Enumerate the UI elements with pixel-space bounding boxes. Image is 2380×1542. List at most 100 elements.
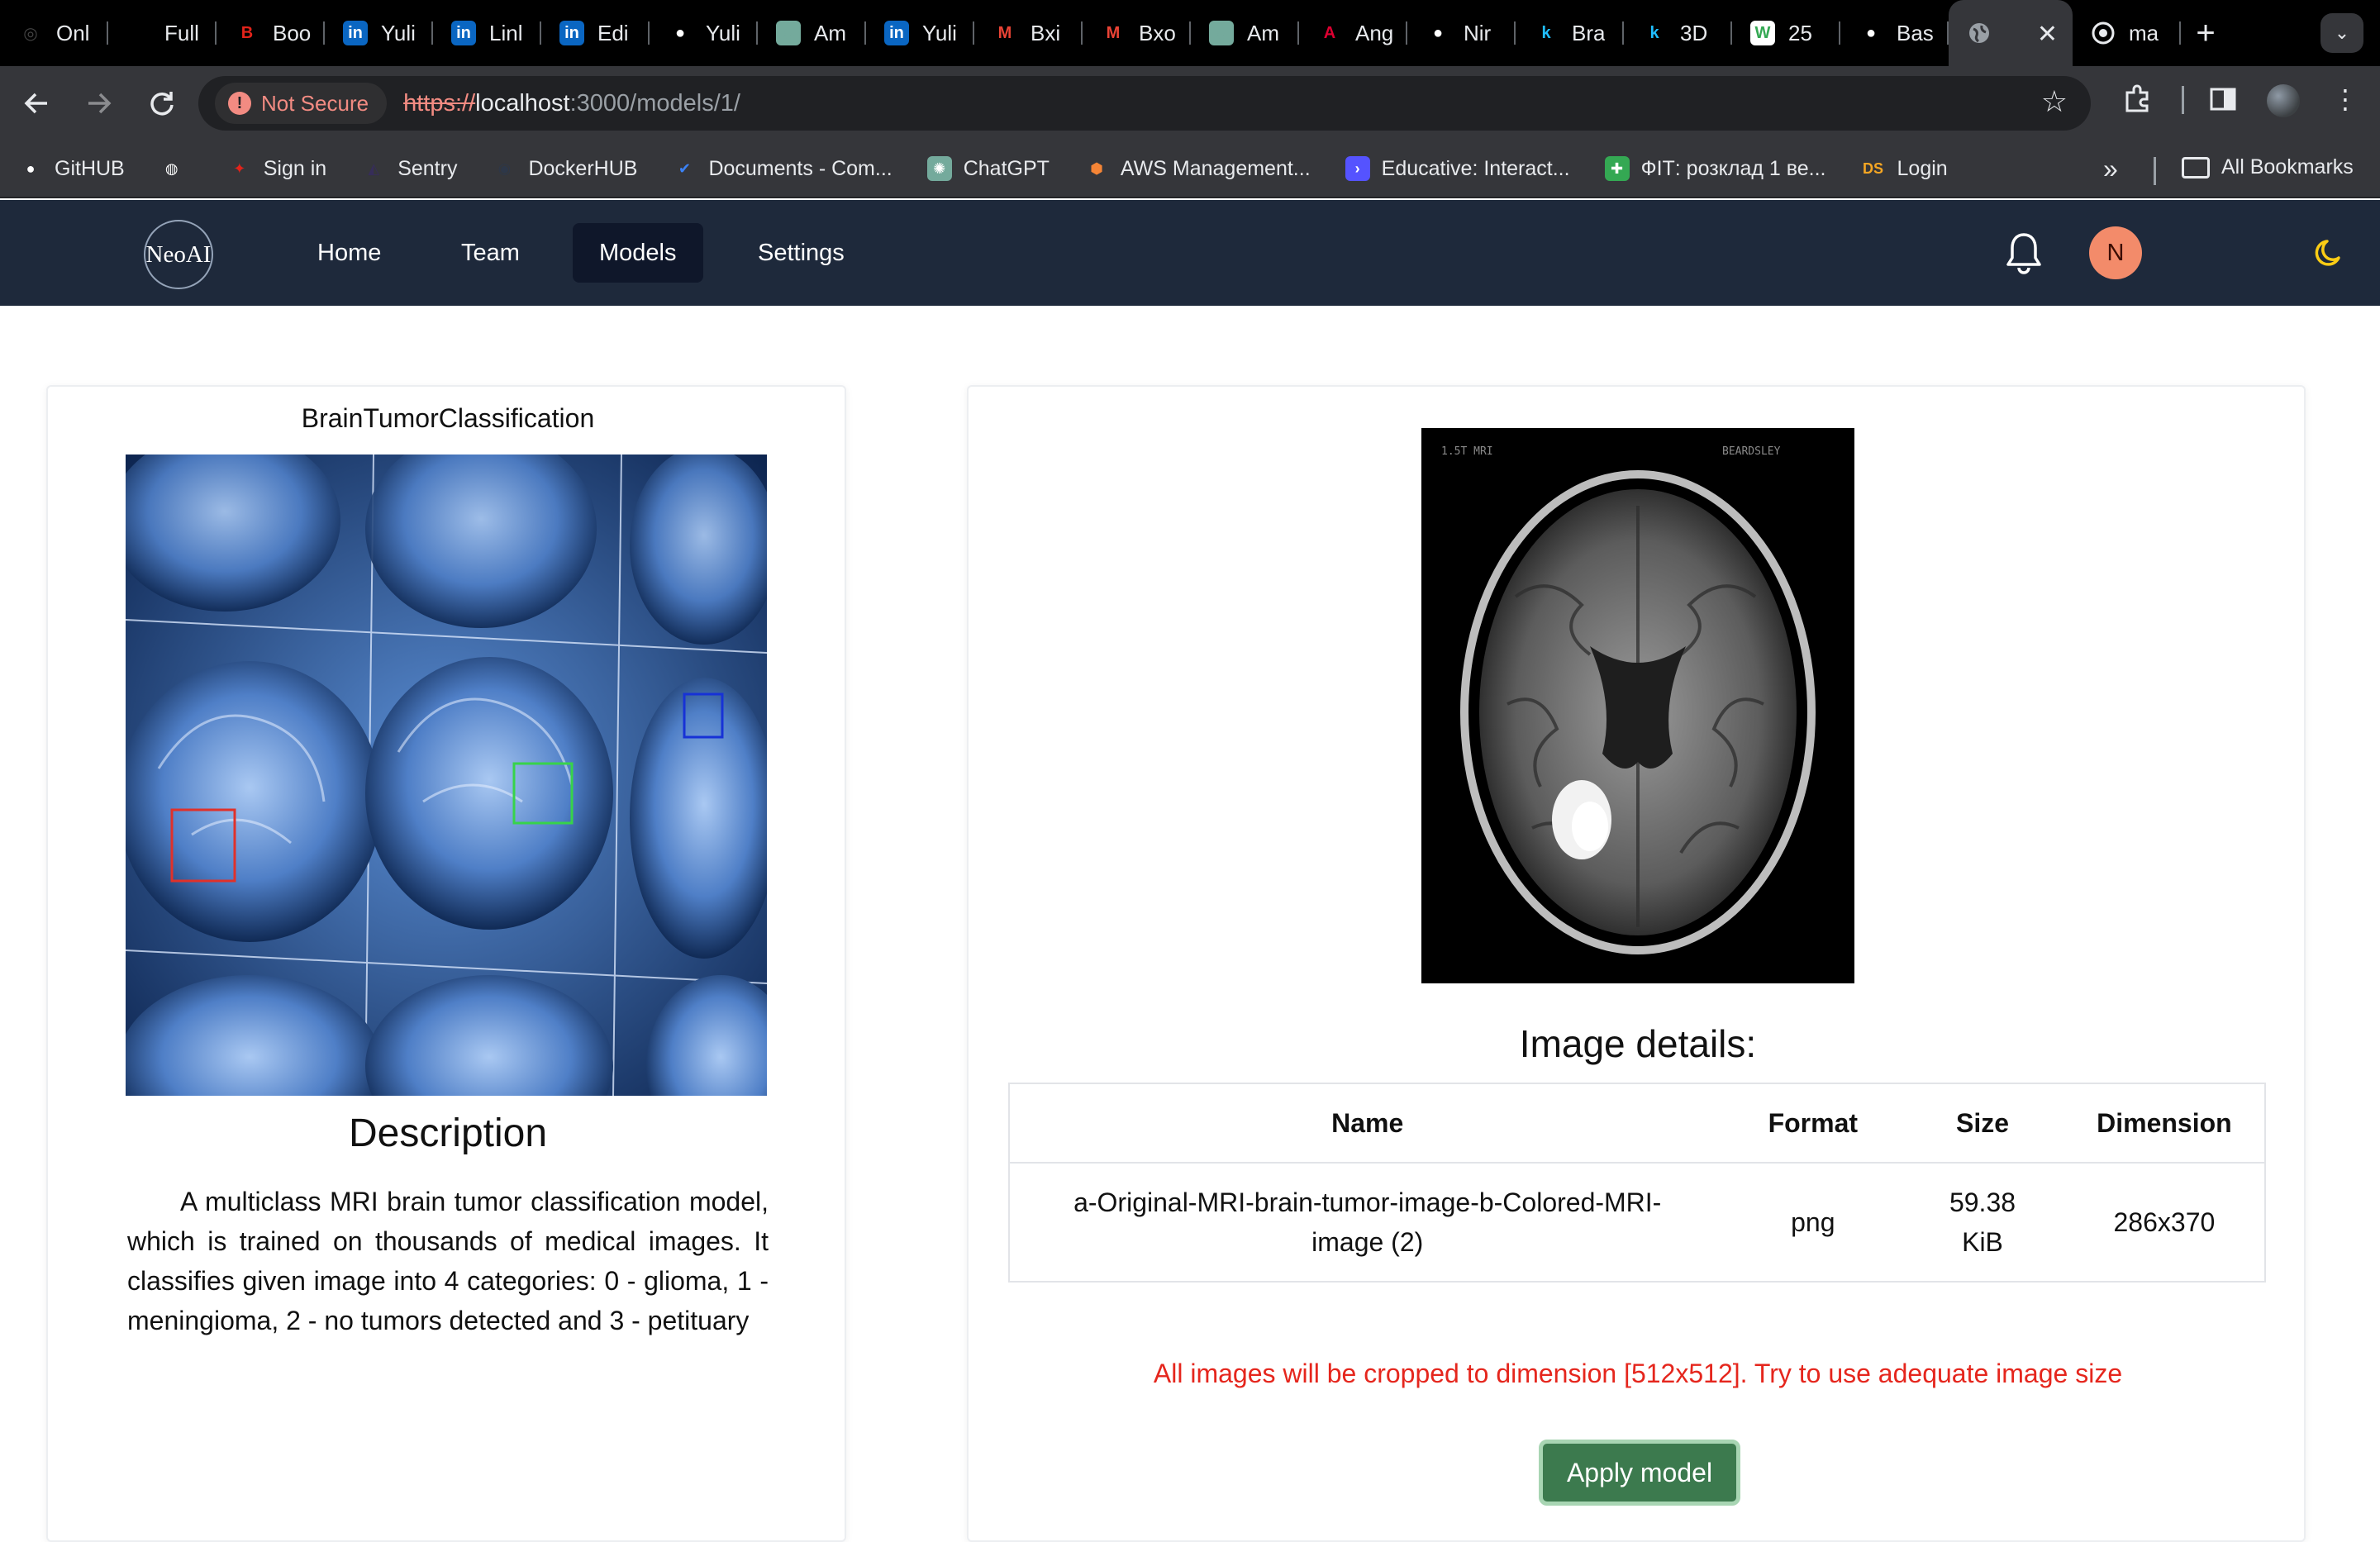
github-icon: ●	[674, 23, 686, 42]
bookmark-1[interactable]: ◍	[159, 156, 196, 181]
bookmark-label: ChatGPT	[963, 156, 1050, 180]
tab-label: Bxo	[1139, 20, 1176, 45]
user-avatar[interactable]: N	[2089, 226, 2142, 279]
warning-icon: !	[228, 92, 251, 115]
sheet-icon: W	[1750, 21, 1775, 45]
gmail-icon: M	[1106, 23, 1121, 42]
all-bookmarks-button[interactable]: All Bookmarks	[2182, 155, 2354, 179]
bookmark-label: GitHUB	[55, 156, 125, 180]
tab-search-button[interactable]: ⌄	[2320, 13, 2363, 53]
bookmark-label: Sign in	[263, 156, 327, 180]
tab-7[interactable]: ✺ Am	[758, 0, 866, 66]
bookmark-7[interactable]: ⬢ AWS Management...	[1084, 156, 1311, 181]
cell-format: png	[1791, 1207, 1835, 1237]
bookmark-5[interactable]: ✔ Documents - Com...	[672, 156, 892, 181]
tab-2[interactable]: B Boo	[217, 0, 325, 66]
bell-icon[interactable]	[2003, 230, 2044, 276]
kaggle-icon: k	[1541, 23, 1551, 42]
bookmark-star-icon[interactable]: ☆	[2041, 84, 2068, 119]
tab-label: Yuli	[922, 20, 957, 45]
address-bar[interactable]: ! Not Secure https://localhost:3000/mode…	[198, 76, 2091, 131]
tab-1[interactable]: Full	[108, 0, 217, 66]
bookmark-10[interactable]: DS Login	[1861, 156, 1948, 181]
tab-8[interactable]: in Yuli	[866, 0, 974, 66]
url-text[interactable]: https://localhost:3000/models/1/	[403, 90, 740, 117]
tab-9[interactable]: M Bxi	[974, 0, 1083, 66]
tab-14[interactable]: k Bra	[1516, 0, 1624, 66]
tab-13[interactable]: ● Nir	[1407, 0, 1516, 66]
chatgpt-icon: ✺	[1209, 21, 1234, 45]
tab-label: Nir	[1464, 20, 1492, 45]
tab-4[interactable]: in Linl	[433, 0, 541, 66]
linkedin-icon: in	[884, 21, 909, 45]
extensions-icon[interactable]	[2116, 78, 2159, 121]
tab-strip: ◎ Onl Full B Boo in Yuli in Linl in Edi ● Yuli ✺ Am in Y…	[0, 0, 2380, 66]
back-button[interactable]	[10, 77, 63, 130]
table-row: a-Original-MRI-brain-tumor-image-b-Color…	[1009, 1163, 2265, 1282]
bookmark-0[interactable]: ● GitHUB	[18, 156, 125, 181]
crop-warning: All images will be cropped to dimension …	[1153, 1359, 2123, 1388]
tab-15[interactable]: k 3D	[1624, 0, 1732, 66]
profile-avatar[interactable]	[2267, 84, 2300, 117]
column-header-name: Name	[1009, 1083, 1726, 1164]
more-bookmarks-icon[interactable]: »	[2103, 154, 2118, 184]
browser-window: ◎ Onl Full B Boo in Yuli in Linl in Edi ● Yuli ✺ Am in Y…	[0, 0, 2380, 1542]
tab-0[interactable]: ◎ Onl	[0, 0, 108, 66]
side-panel-icon[interactable]	[2202, 78, 2244, 121]
tab-16[interactable]: W 25	[1732, 0, 1840, 66]
bookmark-4[interactable]: ◉ DockerHUB	[492, 156, 638, 181]
tab-17[interactable]: ● Bas	[1840, 0, 1949, 66]
column-header-dimension: Dimension	[2063, 1083, 2265, 1164]
tab-label: Edi	[597, 20, 629, 45]
tab-12[interactable]: A Ang	[1299, 0, 1407, 66]
tab-3[interactable]: in Yuli	[325, 0, 433, 66]
tab-label: Onl	[56, 20, 90, 45]
tab-5[interactable]: in Edi	[541, 0, 650, 66]
tab-label: Full	[164, 20, 199, 45]
menu-dots-icon[interactable]: ⋮	[2324, 78, 2367, 121]
toolbar-divider	[2182, 86, 2184, 114]
moon-icon[interactable]	[2314, 236, 2347, 269]
globe-icon: ◍	[164, 159, 178, 177]
ds-icon: DS	[1863, 159, 1884, 177]
description-heading: Description	[348, 1111, 548, 1155]
new-tab-button[interactable]: +	[2181, 0, 2230, 66]
maple-leaf-icon: ✦	[233, 159, 246, 177]
tab-label: Ang	[1355, 20, 1394, 45]
tab-label: Yuli	[706, 20, 740, 45]
nav-home[interactable]: Home	[291, 223, 407, 283]
bookmark-9[interactable]: ✚ ФІТ: розклад 1 ве...	[1604, 156, 1826, 181]
bookmark-label: AWS Management...	[1120, 156, 1311, 180]
app-navbar: NeoAI Home Team Models Settings N	[0, 200, 2380, 306]
bookmark-3[interactable]: ◭ Sentry	[361, 156, 457, 181]
bc-icon: B	[240, 23, 254, 42]
neoai-logo[interactable]: NeoAI	[144, 220, 213, 289]
reload-button[interactable]	[136, 77, 188, 130]
column-header-size: Size	[1901, 1083, 2064, 1164]
tab-list: ◎ Onl Full B Boo in Yuli in Linl in Edi ● Yuli ✺ Am in Y…	[0, 0, 1949, 66]
nav-models[interactable]: Models	[573, 223, 703, 283]
tab-label: Bxi	[1031, 20, 1061, 45]
uploaded-mri-image: 1.5T MRI BEARDSLEY	[1421, 428, 1854, 983]
apply-model-button[interactable]: Apply model	[1539, 1440, 1740, 1506]
tab-6[interactable]: ● Yuli	[650, 0, 758, 66]
tab-label: Am	[1247, 20, 1279, 45]
nav-settings[interactable]: Settings	[731, 223, 871, 283]
bookmark-label: DockerHUB	[528, 156, 638, 180]
close-tab-icon[interactable]: ✕	[2037, 20, 2058, 49]
arrow-right-icon	[88, 93, 112, 114]
bookmark-6[interactable]: ✺ ChatGPT	[926, 156, 1050, 181]
cell-name: a-Original-MRI-brain-tumor-image-b-Color…	[1073, 1187, 1662, 1257]
tab-label: Boo	[273, 20, 312, 45]
bookmark-2[interactable]: ✦ Sign in	[227, 156, 326, 181]
plus-sheet-icon: ✚	[1604, 156, 1630, 181]
bookmark-8[interactable]: › Educative: Interact...	[1345, 156, 1570, 181]
tab-11[interactable]: ✺ Am	[1191, 0, 1299, 66]
security-label: Not Secure	[261, 90, 369, 116]
tab-active[interactable]: ✕	[1949, 0, 2073, 66]
nav-team[interactable]: Team	[435, 223, 546, 283]
tab-10[interactable]: M Bxo	[1083, 0, 1191, 66]
forward-button[interactable]	[73, 77, 126, 130]
tab-last[interactable]: ma	[2073, 0, 2181, 66]
site-security-chip[interactable]: ! Not Secure	[215, 83, 388, 124]
